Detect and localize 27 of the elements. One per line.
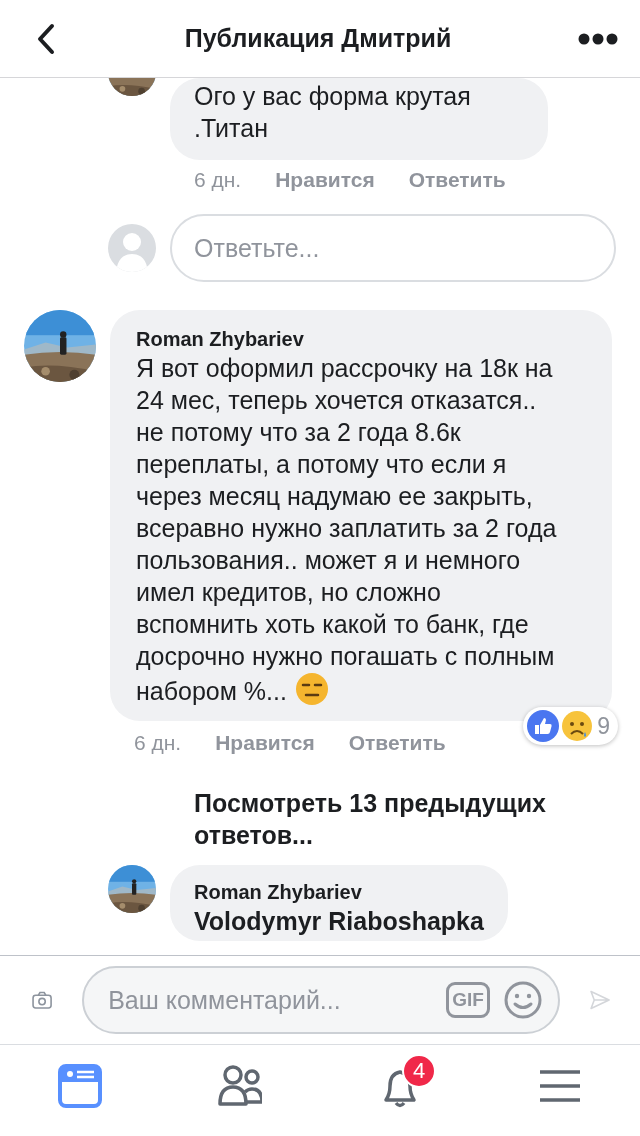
- friends-icon: [218, 1063, 262, 1108]
- reaction-count: 9: [597, 712, 610, 741]
- action-link[interactable]: Нравится: [275, 168, 375, 192]
- action-link[interactable]: Нравится: [215, 731, 315, 755]
- reply-field[interactable]: Ответьте...: [170, 214, 616, 282]
- mention-link[interactable]: Volodymyr Riaboshapka: [194, 905, 484, 937]
- comment-text: Я вот оформил рассрочку на 18к на 24 мес, теперь хочется отказатся.. не потому что за 2 года 8.6к переплаты, а потому что если я через месяц надумаю ее закрыть, всеравно нужно заплатить за 2 года пользования.. может я и немного имел кредитов, но сложно вспомнить хоть какой то банк, где досрочно нужно погашать с полным набором %...: [136, 353, 558, 707]
- author-name[interactable]: Roman Zhybariev: [136, 326, 568, 352]
- more-icon[interactable]: [578, 32, 618, 45]
- avatar-icon: [108, 224, 156, 272]
- smiley-icon[interactable]: [503, 981, 542, 1019]
- sad-face-icon: [561, 710, 594, 742]
- action-link[interactable]: Ответить: [408, 168, 506, 192]
- expressionless-face-icon: [294, 672, 329, 706]
- comment-time: 6 дн.: [194, 168, 242, 192]
- more-replies-link[interactable]: Посмотреть 13 предыдущих ответов...: [0, 787, 640, 851]
- comment-field[interactable]: Ваш комментарий... GIF: [82, 966, 560, 1034]
- notification-badge: 4: [402, 1053, 436, 1088]
- gif-button[interactable]: GIF: [446, 982, 490, 1018]
- comment-time: 6 дн.: [134, 731, 182, 755]
- reactions-badge[interactable]: 9: [523, 707, 618, 745]
- thumbs-up-icon: [527, 710, 560, 742]
- action-link[interactable]: Ответить: [348, 731, 446, 755]
- news-feed-icon: [58, 1063, 102, 1108]
- author-name[interactable]: Roman Zhybariev: [194, 879, 484, 905]
- page-title: Публикация Дмитрий: [183, 24, 453, 53]
- comment-text: Ого у вас форма крутая .Титан: [194, 81, 472, 144]
